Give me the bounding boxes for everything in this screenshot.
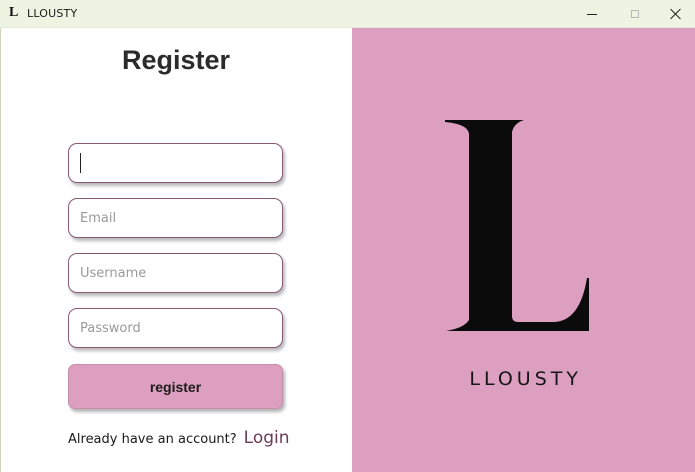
email-field[interactable]: [68, 198, 283, 238]
maximize-button[interactable]: [613, 0, 657, 28]
close-button[interactable]: [656, 0, 695, 28]
page-title: Register: [121, 45, 231, 75]
minimize-icon: [587, 13, 597, 15]
register-form-panel: Register register Already have an accoun…: [0, 28, 352, 472]
login-link[interactable]: Login: [244, 428, 290, 448]
minimize-button[interactable]: [570, 0, 614, 28]
close-icon: [670, 8, 682, 20]
login-prompt-row: Already have an account? Login: [68, 428, 290, 448]
login-prompt-text: Already have an account?: [68, 432, 237, 447]
text-cursor: [80, 153, 81, 173]
title-bar[interactable]: L LLOUSTY: [0, 0, 695, 28]
register-button[interactable]: register: [68, 364, 283, 409]
brand-panel: LLOUSTY: [352, 28, 695, 472]
app-logo-icon: L: [9, 5, 19, 20]
brand-logo-icon: [445, 120, 589, 331]
maximize-icon: [631, 10, 639, 18]
brand-name: LLOUSTY: [469, 368, 582, 390]
app-window: L LLOUSTY Register register Already have…: [0, 0, 695, 472]
username-field[interactable]: [68, 253, 283, 293]
window-title: LLOUSTY: [27, 7, 78, 20]
password-field[interactable]: [68, 308, 283, 348]
first-field[interactable]: [68, 143, 283, 183]
